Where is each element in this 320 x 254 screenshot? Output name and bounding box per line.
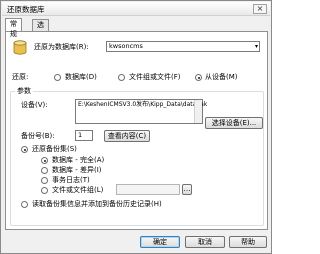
backup-set-transaction-log-radio[interactable] <box>41 177 48 184</box>
title-bar: 还原数据库 × <box>2 2 270 16</box>
view-contents-button[interactable]: 查看内容(C) <box>104 130 150 142</box>
restore-as-db-value: kwsoncms <box>109 42 143 50</box>
tab-options[interactable]: 选项 <box>32 19 49 39</box>
restore-filegroup-label: 文件组或文件(F) <box>129 73 181 81</box>
help-button-label: 帮助 <box>241 238 255 246</box>
backup-set-differential-radio[interactable] <box>41 167 48 174</box>
tab-general-label: 常规 <box>10 20 17 38</box>
backup-set-transaction-log-label: 事务日志(T) <box>52 176 90 184</box>
restore-backup-set-label: 还原备份集(S) <box>32 145 77 153</box>
cancel-button[interactable]: 取消 <box>185 236 225 248</box>
browse-file-button[interactable]: … <box>182 184 192 195</box>
backup-number-label: 备份号(B): <box>21 132 55 140</box>
restore-filegroup-radio[interactable] <box>118 74 125 81</box>
chevron-down-icon: ▾ <box>254 43 258 50</box>
close-icon: × <box>256 4 264 13</box>
restore-as-db-select[interactable]: kwsoncms ▾ <box>106 41 260 52</box>
browse-icon: … <box>183 185 191 193</box>
restore-from-device-radio[interactable] <box>195 74 202 81</box>
help-button[interactable]: 帮助 <box>229 236 267 248</box>
backup-set-full-label: 数据库 - 完全(A) <box>52 156 105 164</box>
read-history-checkbox[interactable] <box>21 201 28 208</box>
backup-set-full-radio[interactable] <box>41 157 48 164</box>
restore-from-database-label: 数据库(D) <box>65 73 97 81</box>
select-devices-button[interactable]: 选择设备(E)... <box>205 117 263 129</box>
backup-set-file-label: 文件或文件组(L) <box>52 186 104 194</box>
close-button[interactable]: × <box>253 4 267 14</box>
ok-button-label: 确定 <box>153 238 167 246</box>
database-icon <box>13 40 27 55</box>
general-tab-panel: 还原为数据库(R): kwsoncms ▾ 还原: 数据库(D) 文件组或文件(… <box>5 31 268 230</box>
select-devices-button-label: 选择设备(E)... <box>211 119 257 127</box>
restore-database-dialog: 还原数据库 × 常规 选项 还原为数据库(R): kwsoncms ▾ 还原: … <box>0 0 272 254</box>
view-contents-button-label: 查看内容(C) <box>107 132 147 140</box>
restore-backup-set-radio[interactable] <box>21 146 28 153</box>
ok-button[interactable]: 确定 <box>140 236 180 248</box>
backup-set-file-input[interactable] <box>116 184 180 195</box>
devices-scrollbar[interactable] <box>194 100 202 123</box>
restore-from-device-label: 从设备(M) <box>205 73 238 81</box>
window-title: 还原数据库 <box>7 5 45 14</box>
tab-general[interactable]: 常规 <box>5 18 22 38</box>
backup-set-differential-label: 数据库 - 差异(I) <box>52 166 102 174</box>
parameters-group-title: 参数 <box>15 87 33 95</box>
restore-as-db-label: 还原为数据库(R): <box>34 43 89 51</box>
read-history-label: 读取备份集信息并添加到备份历史记录(H) <box>32 200 162 208</box>
restore-label: 还原: <box>12 73 29 81</box>
device-path-item[interactable]: E:\KeshenICMSV3.0发布\Kipp_Data\databak <box>78 101 207 109</box>
devices-list[interactable]: E:\KeshenICMSV3.0发布\Kipp_Data\databak <box>75 99 207 124</box>
restore-from-database-radio[interactable] <box>54 74 61 81</box>
cancel-button-label: 取消 <box>198 238 212 246</box>
backup-set-file-radio[interactable] <box>41 187 48 194</box>
backup-number-input[interactable]: 1 <box>75 130 93 141</box>
devices-label: 设备(V): <box>21 101 48 109</box>
backup-number-value: 1 <box>78 131 83 139</box>
